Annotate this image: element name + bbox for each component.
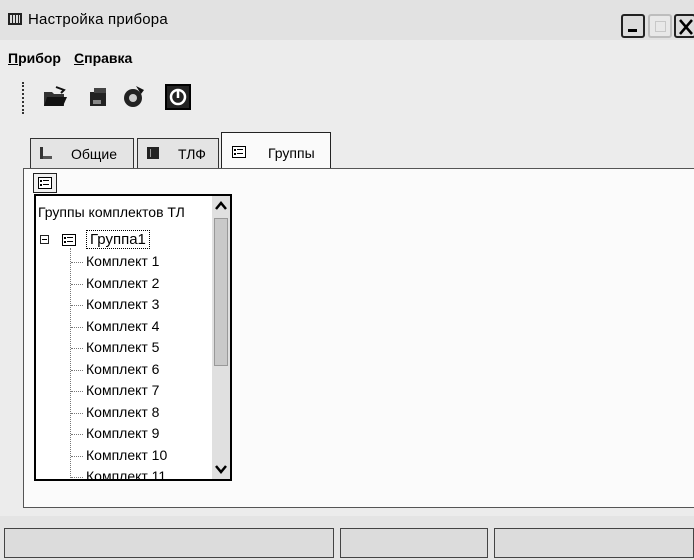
tree-root-label: Группа1: [86, 230, 150, 249]
application-window: Настройка прибора Прибор Справка Общие Т…: [0, 0, 694, 560]
scroll-thumb[interactable]: [214, 218, 228, 366]
status-panel-2: [340, 528, 488, 558]
menu-bar: Прибор Справка: [0, 44, 694, 70]
toolbar: [0, 74, 694, 122]
tree-item[interactable]: Комплект 10: [70, 447, 167, 463]
power-button[interactable]: [165, 84, 191, 110]
menu-help-label: правка: [84, 50, 133, 66]
tree-item[interactable]: Комплект 3: [70, 296, 159, 312]
tree-item[interactable]: Комплект 8: [70, 404, 159, 420]
book-icon: [147, 147, 159, 159]
menu-help-mnemonic: С: [74, 50, 85, 66]
status-panel-3: [494, 528, 694, 558]
tree-item[interactable]: Комплект 11: [70, 468, 166, 479]
tree-item[interactable]: Комплект 1: [70, 253, 159, 269]
minimize-button[interactable]: [621, 14, 645, 38]
save-button[interactable]: [86, 84, 112, 110]
scroll-down-icon[interactable]: [215, 463, 227, 475]
scroll-up-icon[interactable]: [215, 200, 227, 212]
menu-device-label: рибор: [18, 50, 61, 66]
vertical-scrollbar[interactable]: [212, 196, 230, 479]
tree-item[interactable]: Комплект 6: [70, 361, 159, 377]
status-panel-1: [4, 528, 334, 558]
group-list-icon: [232, 146, 246, 158]
open-folder-icon: [44, 86, 67, 106]
menu-device-mnemonic: П: [8, 50, 19, 66]
close-button[interactable]: [674, 14, 694, 38]
open-button[interactable]: [42, 84, 68, 110]
tree-item[interactable]: Комплект 9: [70, 425, 159, 441]
save-icon: [90, 88, 106, 106]
tree-item[interactable]: Комплект 5: [70, 339, 159, 355]
tree-item[interactable]: Комплект 7: [70, 382, 159, 398]
tab-groups-label: Группы: [268, 145, 315, 161]
general-icon: [40, 147, 52, 159]
app-icon: [8, 13, 22, 25]
collapse-icon[interactable]: [40, 235, 49, 244]
title-bar[interactable]: Настройка прибора: [0, 0, 694, 40]
power-icon: [169, 88, 187, 106]
tab-general[interactable]: Общие: [30, 138, 134, 168]
menu-help[interactable]: Справка: [74, 50, 132, 66]
tree-header: Группы комплектов ТЛ: [38, 204, 185, 220]
menu-device[interactable]: Прибор: [8, 50, 61, 66]
groups-panel: Группы комплектов ТЛ Группа1 Комплект 1 К…: [23, 168, 694, 508]
window-title: Настройка прибора: [28, 11, 168, 28]
settings-button[interactable]: [120, 84, 146, 110]
settings-icon: [124, 86, 144, 107]
maximize-button[interactable]: [648, 14, 672, 38]
toolbar-grip[interactable]: [22, 82, 26, 114]
group-list-icon: [38, 177, 52, 189]
status-bar: [0, 516, 694, 560]
group-tree[interactable]: Группы комплектов ТЛ Группа1 Комплект 1 К…: [34, 194, 232, 481]
tree-item[interactable]: Комплект 2: [70, 275, 159, 291]
tree-item[interactable]: Комплект 4: [70, 318, 159, 334]
tab-general-label: Общие: [71, 146, 118, 162]
group-list-button[interactable]: [33, 173, 57, 193]
tab-tlf[interactable]: ТЛФ: [137, 138, 219, 168]
tab-groups[interactable]: Группы: [221, 132, 331, 170]
tab-tlf-label: ТЛФ: [178, 146, 206, 162]
close-icon: [679, 19, 693, 35]
group-list-icon: [62, 234, 76, 246]
